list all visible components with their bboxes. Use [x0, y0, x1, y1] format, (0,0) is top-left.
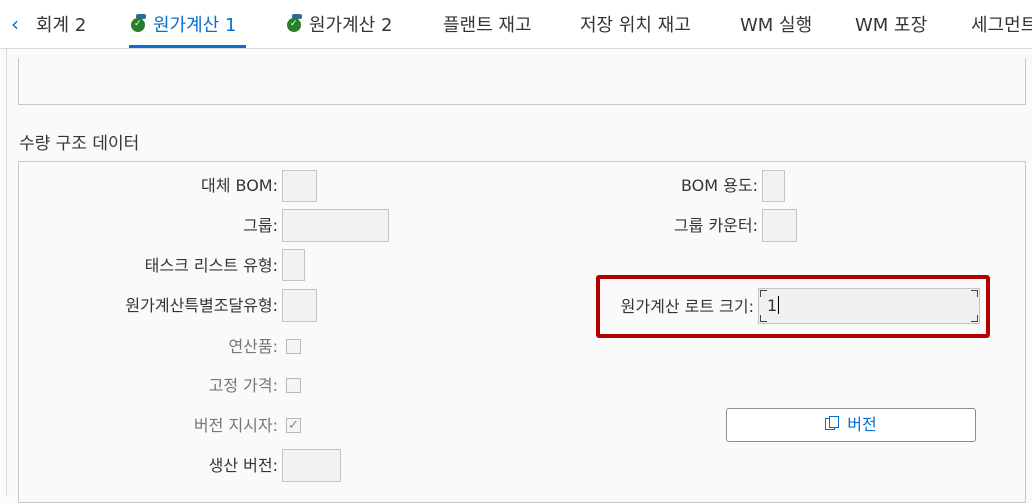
group-label: 그룹: — [243, 216, 278, 235]
content-left-border — [6, 49, 7, 495]
tab-label: 저장 위치 재고 — [580, 15, 691, 36]
tab-label: 원가계산 1 — [153, 15, 237, 36]
section-title: 수량 구조 데이터 — [19, 134, 140, 154]
bom-usage-label: BOM 용도: — [680, 176, 758, 195]
focus-corner — [971, 290, 978, 297]
alt-bom-label: 대체 BOM: — [200, 176, 278, 195]
chevron-left-icon[interactable]: ‹ — [6, 14, 24, 34]
task-list-type-field[interactable] — [282, 249, 305, 281]
costing-lot-size-value: 1 — [767, 296, 778, 315]
tab-storage-location-stock[interactable]: 저장 위치 재고 — [580, 15, 691, 37]
version-indicator-checkbox[interactable]: ✓ — [286, 418, 301, 433]
costing-check-icon: ✓ — [287, 14, 303, 32]
tab-label: WM 포장 — [855, 15, 928, 36]
text-caret — [778, 296, 780, 314]
coproduct-checkbox[interactable] — [286, 339, 301, 354]
tab-costing-1[interactable]: ✓ 원가계산 1 — [131, 14, 237, 37]
focus-corner — [760, 315, 767, 322]
tab-label: 회계 2 — [36, 15, 87, 36]
tab-accounting-2[interactable]: 회계 2 — [36, 15, 86, 37]
special-procurement-field[interactable] — [282, 289, 317, 322]
tab-label: 세그먼트 — [971, 15, 1032, 36]
bom-usage-field[interactable] — [762, 170, 785, 202]
tab-costing-2[interactable]: ✓ 원가계산 2 — [287, 14, 393, 37]
tab-plant-stock[interactable]: 플랜트 재고 — [443, 15, 532, 37]
active-tab-indicator — [129, 45, 246, 48]
costing-lot-size-label: 원가계산 로트 크기: — [620, 297, 754, 316]
costing-check-icon: ✓ — [131, 14, 147, 32]
tab-label: 원가계산 2 — [309, 15, 393, 36]
costing-lot-size-input[interactable]: 1 — [758, 288, 980, 324]
fixed-price-checkbox[interactable] — [286, 378, 301, 393]
group-counter-field[interactable] — [762, 209, 797, 242]
fixed-price-label: 고정 가격: — [208, 376, 278, 395]
focus-corner — [971, 315, 978, 322]
coproduct-label: 연산품: — [228, 337, 278, 356]
production-version-label: 생산 버전: — [208, 456, 278, 475]
group-counter-label: 그룹 카운터: — [673, 216, 758, 235]
tab-label: 플랜트 재고 — [443, 15, 532, 36]
focus-corner — [760, 290, 767, 297]
production-version-field[interactable] — [282, 449, 341, 482]
tab-label: WM 실행 — [740, 15, 813, 36]
version-indicator-label: 버전 지시자: — [193, 416, 278, 435]
versions-button[interactable]: 버전 — [726, 408, 976, 442]
task-list-type-label: 태스크 리스트 유형: — [144, 256, 278, 275]
previous-section-panel — [18, 58, 1026, 105]
alt-bom-field[interactable] — [282, 170, 317, 202]
tab-segment[interactable]: 세그먼트 — [971, 15, 1032, 37]
versions-button-label: 버전 — [847, 415, 877, 434]
copy-icon — [825, 416, 841, 432]
tab-bar: ‹ 회계 2 ✓ 원가계산 1 ✓ 원가계산 2 플랜트 재고 저장 위치 재고… — [0, 0, 1032, 49]
special-procurement-label: 원가계산특별조달유형: — [125, 296, 278, 315]
group-field[interactable] — [282, 209, 389, 242]
tab-wm-execution[interactable]: WM 실행 — [740, 15, 812, 37]
tab-wm-packaging[interactable]: WM 포장 — [855, 15, 927, 37]
